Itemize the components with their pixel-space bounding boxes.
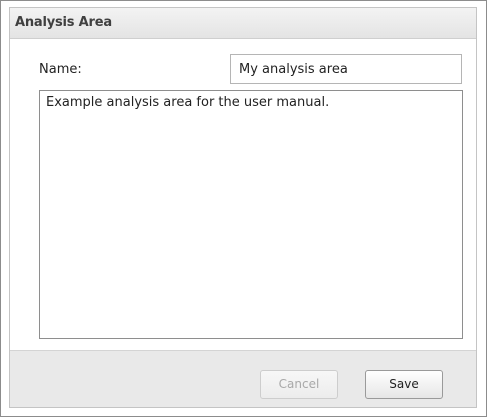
save-button[interactable]: Save bbox=[365, 370, 443, 399]
cancel-button[interactable]: Cancel bbox=[260, 370, 338, 399]
name-label: Name: bbox=[39, 62, 82, 77]
panel-title: Analysis Area bbox=[15, 15, 112, 30]
description-textarea[interactable]: Example analysis area for the user manua… bbox=[39, 90, 463, 339]
dialog-footer: Cancel Save bbox=[10, 350, 476, 407]
dialog-frame: Analysis Area Name: Example analysis are… bbox=[0, 0, 487, 417]
analysis-area-panel: Analysis Area Name: Example analysis are… bbox=[9, 7, 477, 408]
form-body: Name: Example analysis area for the user… bbox=[10, 39, 476, 350]
panel-title-bar: Analysis Area bbox=[10, 8, 476, 39]
name-input[interactable] bbox=[230, 54, 462, 84]
